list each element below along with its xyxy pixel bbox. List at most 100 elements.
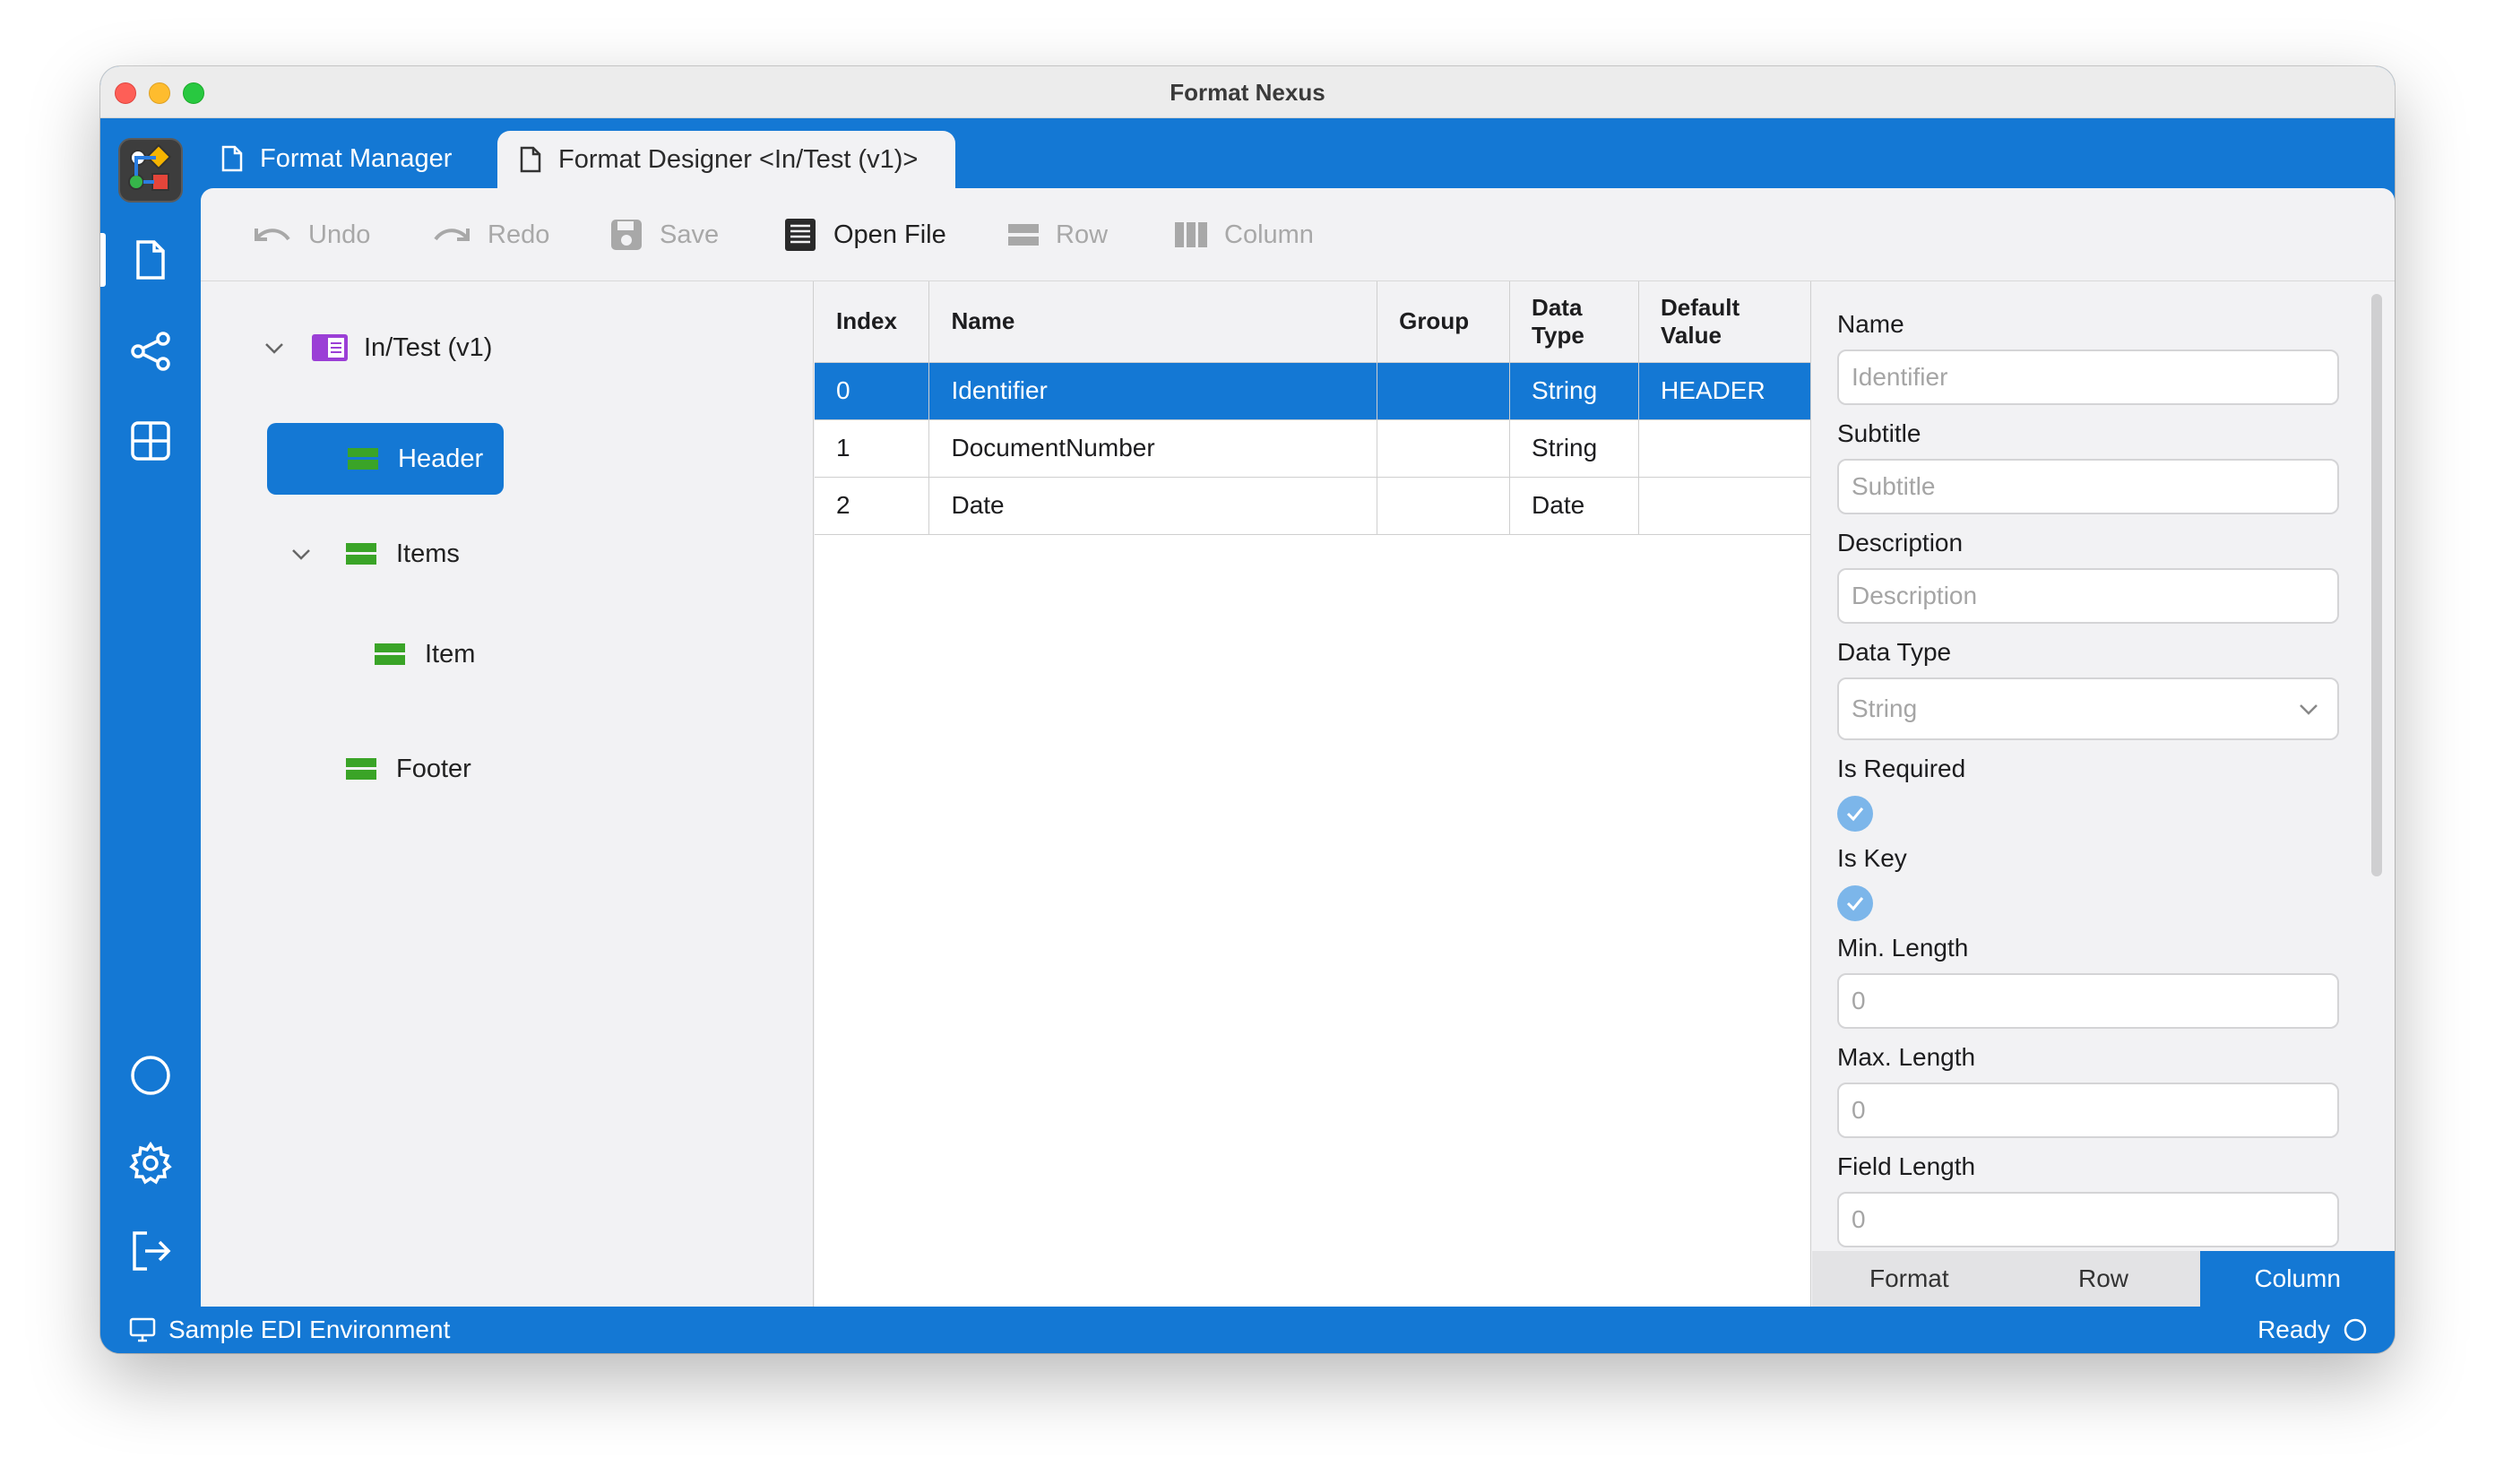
name-label: Name	[1837, 310, 1904, 338]
tree-node-item[interactable]: Item	[375, 627, 475, 681]
tree-node-label: Items	[396, 539, 460, 568]
max-length-field[interactable]: 0	[1837, 1083, 2339, 1138]
status-text: Ready	[2258, 1316, 2330, 1343]
properties-panel: Name Identifier Subtitle Subtitle Descri…	[1812, 281, 2395, 1307]
format-book-icon	[312, 334, 348, 361]
column-grid: Index Name Group Data Type Default Value 0…	[815, 281, 1811, 1307]
undo-icon	[255, 229, 290, 241]
data-type-value: String	[1852, 695, 1918, 722]
column-label: Column	[1224, 220, 1314, 249]
cell-index[interactable]: 0	[815, 362, 930, 420]
description-field[interactable]: Description	[1837, 568, 2339, 624]
cell-group[interactable]	[1377, 477, 1511, 535]
app-window: Format Nexus Format Manager Format Desig…	[100, 66, 2395, 1353]
settings-gear-icon[interactable]	[125, 1138, 176, 1188]
cell-name[interactable]: Date	[928, 477, 1378, 535]
cell-group[interactable]	[1377, 419, 1511, 478]
column-icon	[1175, 222, 1207, 247]
tree-node-header[interactable]: Header	[267, 423, 504, 495]
cell-index[interactable]: 1	[815, 419, 930, 478]
column-header-data-type[interactable]: Data Type	[1509, 281, 1639, 363]
column-header-group[interactable]: Group	[1377, 281, 1511, 363]
format-tree: In/Test (v1) Header Items Item Footer	[201, 281, 814, 1307]
chevron-down-icon[interactable]	[289, 541, 314, 566]
tab-format-manager[interactable]: Format Manager	[220, 131, 452, 186]
save-button[interactable]: Save	[609, 213, 719, 256]
cell-default-value[interactable]	[1638, 419, 1811, 478]
document-icon	[221, 145, 243, 172]
data-type-select[interactable]: String	[1837, 677, 2339, 740]
cell-group[interactable]	[1377, 362, 1511, 420]
tree-node-items[interactable]: Items	[289, 527, 460, 581]
properties-scrollbar[interactable]	[2371, 294, 2382, 876]
table-row[interactable]: 0 Identifier String HEADER	[815, 362, 1811, 420]
checkmark-icon	[1846, 897, 1864, 911]
status-circle-icon[interactable]	[125, 1050, 176, 1100]
cell-default-value[interactable]: HEADER	[1638, 362, 1811, 420]
redo-label: Redo	[488, 220, 550, 249]
title-bar: Format Nexus	[100, 66, 2395, 118]
tab-format-designer[interactable]: Format Designer <In/Test (v1)>	[497, 131, 955, 188]
is-key-label: Is Key	[1837, 844, 1907, 872]
min-length-label: Min. Length	[1837, 934, 1969, 962]
tree-node-label: Header	[398, 444, 484, 473]
cell-name[interactable]: Identifier	[928, 362, 1378, 420]
documents-icon[interactable]	[125, 235, 176, 285]
field-length-label: Field Length	[1837, 1152, 1976, 1180]
environment-label: Sample EDI Environment	[168, 1316, 451, 1343]
environment-indicator[interactable]: Sample EDI Environment	[129, 1316, 450, 1344]
tree-node-footer[interactable]: Footer	[346, 742, 471, 796]
cell-index[interactable]: 2	[815, 477, 930, 535]
cell-data-type[interactable]: String	[1509, 419, 1639, 478]
name-field[interactable]: Identifier	[1837, 349, 2339, 405]
max-length-label: Max. Length	[1837, 1043, 1976, 1071]
subtitle-field[interactable]: Subtitle	[1837, 459, 2339, 514]
columns-table: Index Name Group Data Type Default Value 0…	[815, 281, 1811, 535]
row-icon	[346, 543, 376, 565]
column-header-default-value[interactable]: Default Value	[1638, 281, 1811, 363]
add-column-button[interactable]: Column	[1174, 213, 1314, 256]
tree-root-label: In/Test (v1)	[364, 332, 493, 362]
redo-button[interactable]: Redo	[432, 213, 549, 256]
rail-active-indicator	[100, 233, 106, 287]
header-text: Default	[1661, 293, 1740, 321]
properties-tab-bar: Format Row Column	[1812, 1251, 2395, 1307]
chevron-down-icon	[2300, 704, 2318, 715]
window-title: Format Nexus	[1170, 79, 1325, 106]
row-icon	[346, 758, 376, 780]
checkmark-icon	[1846, 807, 1864, 822]
save-label: Save	[660, 220, 720, 249]
is-required-checkbox[interactable]	[1837, 796, 1873, 832]
tab-format[interactable]: Format	[1812, 1251, 2007, 1307]
header-text: Value	[1661, 321, 1722, 349]
cell-data-type[interactable]: String	[1509, 362, 1639, 420]
tab-column[interactable]: Column	[2200, 1251, 2395, 1307]
grid-view-icon[interactable]	[125, 416, 176, 466]
tree-node-label: Item	[425, 639, 476, 669]
subtitle-label: Subtitle	[1837, 419, 1921, 447]
is-key-checkbox[interactable]	[1837, 885, 1873, 921]
row-icon	[1008, 224, 1039, 246]
logout-icon[interactable]	[125, 1226, 176, 1276]
column-header-name[interactable]: Name	[928, 281, 1378, 363]
cell-default-value[interactable]	[1638, 477, 1811, 535]
header-text: Type	[1532, 321, 1584, 349]
field-length-field[interactable]: 0	[1837, 1192, 2339, 1247]
description-label: Description	[1837, 529, 1964, 556]
tree-node-root[interactable]: In/Test (v1)	[262, 321, 492, 375]
cell-name[interactable]: DocumentNumber	[928, 419, 1378, 478]
open-file-button[interactable]: Open File	[783, 213, 946, 256]
save-icon	[611, 220, 642, 250]
table-row[interactable]: 1 DocumentNumber String	[815, 419, 1811, 478]
tab-row[interactable]: Row	[2007, 1251, 2201, 1307]
min-length-field[interactable]: 0	[1837, 973, 2339, 1029]
chevron-down-icon[interactable]	[262, 335, 287, 360]
undo-button[interactable]: Undo	[253, 213, 370, 256]
tab-format-designer-label: Format Designer <In/Test (v1)>	[558, 144, 919, 174]
share-icon[interactable]	[125, 326, 176, 376]
add-row-button[interactable]: Row	[1007, 213, 1108, 256]
data-type-label: Data Type	[1837, 638, 1952, 666]
column-header-index[interactable]: Index	[815, 281, 930, 363]
table-row[interactable]: 2 Date Date	[815, 477, 1811, 535]
cell-data-type[interactable]: Date	[1509, 477, 1639, 535]
